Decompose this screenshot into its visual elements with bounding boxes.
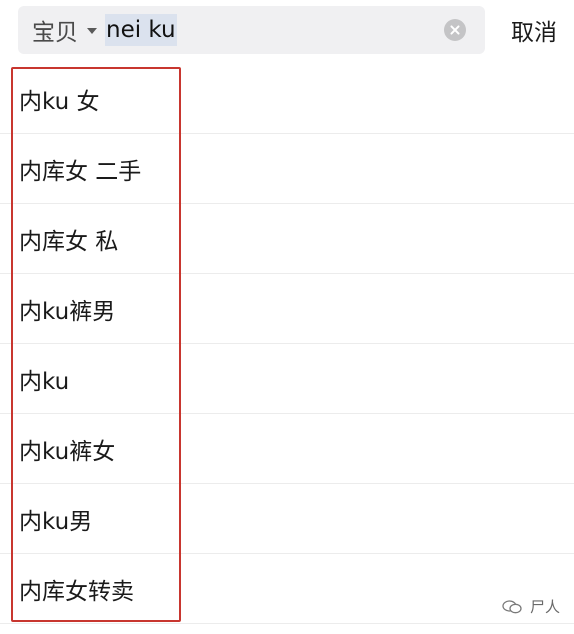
wechat-icon xyxy=(502,599,522,613)
suggestion-label: 内库女 私 xyxy=(19,228,119,255)
suggestion-label: 内ku 女 xyxy=(19,88,100,115)
suggestion-item[interactable]: 内ku裤女 xyxy=(0,414,574,484)
scope-label: 宝贝 xyxy=(32,20,78,46)
suggestion-label: 内ku男 xyxy=(19,508,93,535)
cancel-button[interactable]: 取消 xyxy=(511,6,557,54)
suggestion-item[interactable]: 内ku 女 xyxy=(0,64,574,134)
suggestion-item[interactable]: 内ku裤男 xyxy=(0,274,574,344)
suggestion-item[interactable]: 内库女转卖 xyxy=(0,554,574,624)
clear-icon[interactable] xyxy=(444,19,466,41)
search-bar: 宝贝 nei ku 取消 xyxy=(0,0,574,62)
suggestion-label: 内库女 二手 xyxy=(19,158,142,185)
suggestion-item[interactable]: 内库女 二手 xyxy=(0,134,574,204)
suggestion-item[interactable]: 内ku男 xyxy=(0,484,574,554)
suggestion-label: 内库女转卖 xyxy=(19,578,134,605)
suggestion-item[interactable]: 内ku xyxy=(0,344,574,414)
suggestion-item[interactable]: 内库女 私 xyxy=(0,204,574,274)
search-input[interactable]: nei ku xyxy=(105,14,177,46)
watermark: 尸人 xyxy=(502,596,560,617)
suggestion-list: 内ku 女 内库女 二手 内库女 私 内ku裤男 内ku 内ku裤女 内ku男 … xyxy=(0,64,574,624)
scope-selector[interactable]: 宝贝 xyxy=(32,6,97,54)
suggestion-label: 内ku裤女 xyxy=(19,438,116,465)
search-box[interactable]: 宝贝 nei ku xyxy=(18,6,485,54)
suggestion-label: 内ku xyxy=(19,368,70,395)
suggestion-label: 内ku裤男 xyxy=(19,298,116,325)
watermark-label: 尸人 xyxy=(530,598,561,616)
caret-down-icon xyxy=(87,28,97,34)
